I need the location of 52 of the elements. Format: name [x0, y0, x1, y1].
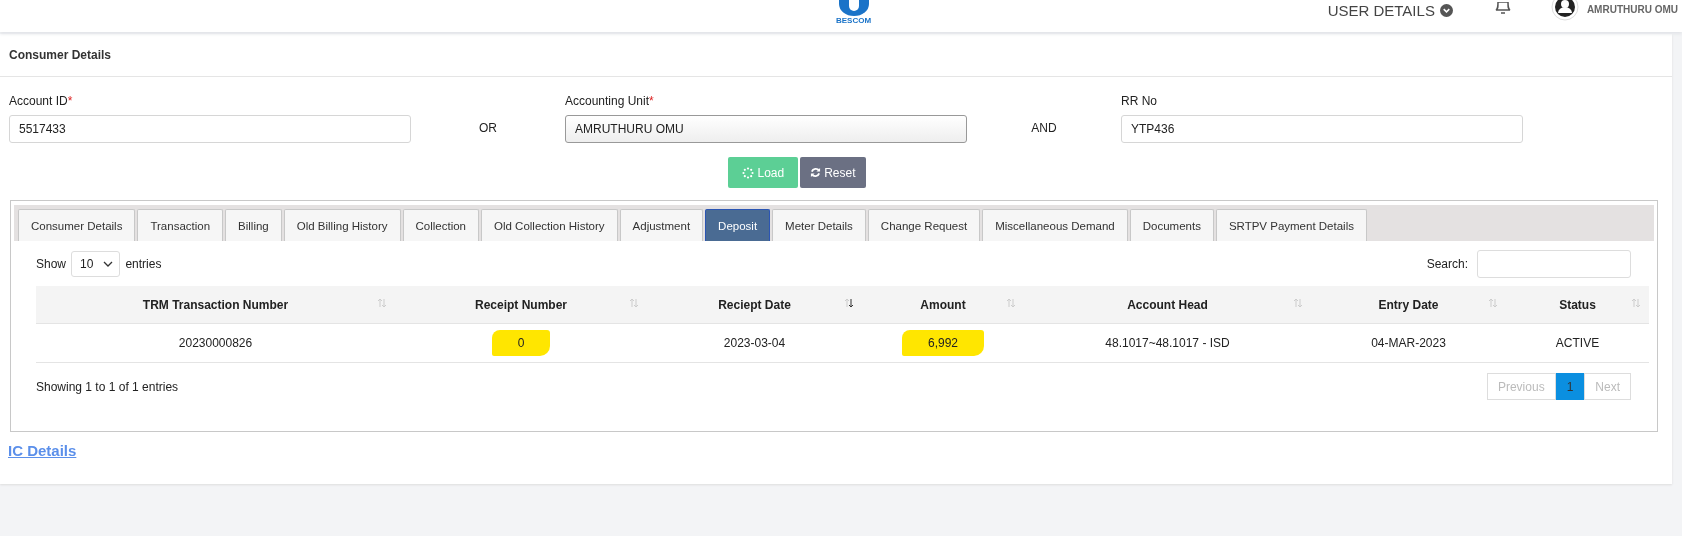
column-header[interactable]: Entry Date [1311, 286, 1506, 324]
connector-label: OR [478, 120, 498, 137]
tab[interactable]: Billing [225, 209, 282, 241]
logo-caption: BESCOM [836, 16, 872, 25]
select-field[interactable]: AMRUTHURU OMU [565, 115, 967, 143]
table-info: Showing 1 to 1 of 1 entries [36, 379, 179, 394]
table-cell: 6,992 [902, 330, 984, 356]
column-header[interactable]: Account Head [1024, 286, 1311, 324]
tab[interactable]: Meter Details [772, 209, 866, 241]
tab[interactable]: Documents [1129, 209, 1214, 241]
column-header[interactable]: TRM Transaction Number [36, 286, 395, 324]
tab[interactable]: Miscellaneous Demand [982, 209, 1128, 241]
column-header[interactable]: Status [1506, 286, 1649, 324]
card-title: Consumer Details [0, 34, 1672, 77]
user-details-menu[interactable]: USER DETAILS [1327, 1, 1435, 19]
tab[interactable]: Adjustment [619, 209, 704, 241]
field-label: Account ID* [9, 94, 74, 108]
table-cell: 48.1017~48.1017 - ISD [1024, 323, 1311, 363]
page-size-select[interactable]: 10 [71, 251, 121, 277]
refresh-icon [810, 167, 822, 178]
column-header[interactable]: Amount [862, 286, 1024, 324]
reset-button[interactable]: Reset [800, 157, 866, 188]
table-cell: 04-MAR-2023 [1311, 323, 1506, 363]
avatar-icon[interactable] [1550, 0, 1579, 21]
show-label: Show [36, 257, 67, 271]
tab[interactable]: Consumer Details [18, 209, 136, 241]
tab[interactable]: Old Billing History [283, 209, 401, 241]
chevron-down-icon[interactable] [1439, 3, 1453, 17]
tab[interactable]: Transaction [137, 209, 224, 241]
user-name: AMRUTHURU OMU [1586, 3, 1678, 15]
pagination-button[interactable]: 1 [1555, 373, 1585, 400]
tab[interactable]: Collection [402, 209, 479, 241]
table-cell: 0 [491, 330, 551, 356]
entries-label: entries [125, 257, 162, 271]
search-field[interactable] [1477, 250, 1631, 278]
input-field[interactable]: YTP436 [1121, 115, 1523, 143]
tab[interactable]: Old Collection History [481, 209, 618, 241]
column-header[interactable]: Reciept Date [647, 286, 862, 324]
field-label: Accounting Unit* [565, 94, 655, 108]
search-label: Search: [1426, 257, 1468, 271]
tab[interactable]: Change Request [867, 209, 981, 241]
input-field[interactable]: 5517433 [9, 115, 411, 143]
table-cell: 2023-03-04 [647, 323, 862, 363]
tab[interactable]: Deposit [705, 209, 771, 241]
chevron-down-icon [103, 261, 114, 267]
column-header[interactable]: Receipt Number [395, 286, 647, 324]
tab[interactable]: SRTPV Payment Details [1215, 209, 1367, 241]
table-cell: 20230000826 [36, 323, 395, 363]
connector-label: AND [1030, 120, 1058, 137]
spinner-icon [742, 166, 755, 179]
field-label: RR No [1121, 94, 1158, 108]
table-cell: ACTIVE [1506, 323, 1649, 363]
